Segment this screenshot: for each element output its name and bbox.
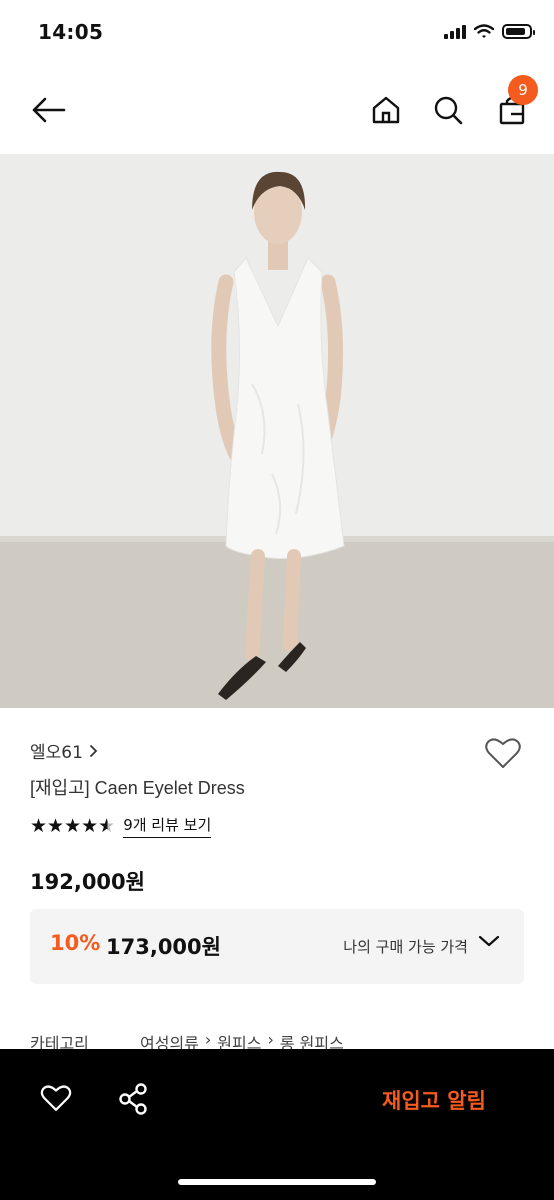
review-link[interactable]: 9개 리뷰 보기 [123, 814, 212, 838]
share-button[interactable] [118, 1083, 148, 1119]
battery-icon [502, 24, 535, 39]
home-indicator[interactable] [178, 1179, 376, 1185]
brand-name: 엘오61 [30, 743, 83, 763]
product-price: 192,000원 [30, 870, 145, 894]
rating-stars: ★★★★★ [30, 814, 116, 837]
status-bar: 14:05 [0, 0, 554, 66]
purchase-price-toggle[interactable]: 10% 173,000원 나의 구매 가능 가격 [30, 909, 524, 984]
status-icons [444, 24, 535, 39]
status-time: 14:05 [38, 20, 104, 44]
cart-count-badge: 9 [508, 75, 538, 105]
product-image[interactable] [0, 154, 554, 708]
wifi-icon [474, 24, 494, 38]
product-photo [0, 154, 554, 708]
discount-rate: 10% [50, 931, 101, 955]
product-title: [재입고] Caen Eyelet Dress [30, 778, 245, 798]
home-button[interactable] [368, 92, 404, 128]
back-arrow-icon [32, 97, 66, 123]
wishlist-button[interactable] [484, 736, 522, 774]
home-icon [372, 96, 400, 124]
signal-icon [444, 24, 466, 39]
chevron-right-icon [90, 744, 98, 757]
back-button[interactable] [28, 92, 68, 128]
brand-link[interactable]: 엘오61 [30, 738, 99, 763]
search-button[interactable] [430, 92, 466, 128]
restock-alert-button[interactable]: 재입고 알림 [360, 1085, 508, 1115]
sale-price: 173,000원 [106, 935, 221, 959]
chevron-down-icon [478, 935, 500, 947]
search-icon [434, 96, 463, 125]
bottom-action-bar: 재입고 알림 [0, 1049, 554, 1200]
purchase-price-label: 나의 구매 가능 가격 [343, 938, 468, 956]
rating-row: ★★★★★ 9개 리뷰 보기 [30, 814, 212, 838]
bottom-wishlist-button[interactable] [40, 1083, 72, 1117]
top-nav [0, 66, 554, 154]
heart-icon [485, 738, 521, 768]
share-icon [119, 1083, 147, 1115]
heart-icon [40, 1085, 72, 1111]
